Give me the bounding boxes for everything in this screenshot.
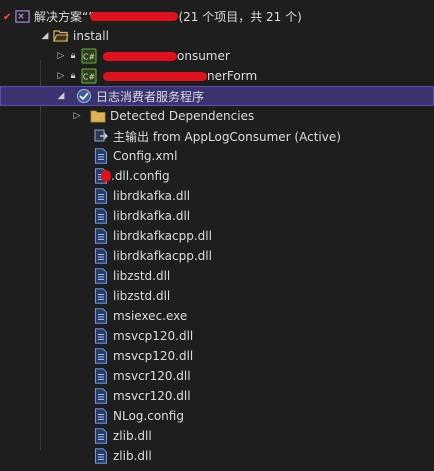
file-label: msvcr120.dll xyxy=(113,369,191,383)
solution-node[interactable]: 解决方案“” (21 个项目，共 21 个) xyxy=(0,6,434,26)
expand-right-icon[interactable]: ▷ xyxy=(56,46,66,66)
file-node[interactable]: msvcr120.dll xyxy=(0,366,434,386)
project-node-2[interactable]: ▷ 🔒︎ C# nerForm xyxy=(0,66,434,86)
file-node[interactable]: Config.xml xyxy=(0,146,434,166)
file-node[interactable]: librdkafka.dll xyxy=(0,186,434,206)
file-node[interactable]: msvcp120.dll xyxy=(0,326,434,346)
file-node[interactable]: zlib.dll xyxy=(0,426,434,446)
file-node[interactable]: msvcp120.dll xyxy=(0,346,434,366)
primary-output-node[interactable]: 主输出 from AppLogConsumer (Active) xyxy=(0,126,434,146)
document-file-icon xyxy=(93,288,109,304)
project-1-label: onsumer xyxy=(103,49,230,63)
redacted-project-2-name xyxy=(103,72,207,81)
file-node[interactable]: msiexec.exe xyxy=(0,306,434,326)
document-file-icon xyxy=(93,228,109,244)
setup-project-label: 日志消费者服务程序 xyxy=(96,89,205,104)
file-node[interactable]: msvcr120.dll xyxy=(0,386,434,406)
document-file-icon xyxy=(93,388,109,404)
document-file-icon xyxy=(93,428,109,444)
file-label: msvcp120.dll xyxy=(113,349,194,363)
file-node[interactable]: librdkafkacpp.dll xyxy=(0,246,434,266)
file-label: librdkafkacpp.dll xyxy=(113,249,212,263)
file-label: zlib.dll xyxy=(113,449,152,463)
folder-install[interactable]: ◢ install xyxy=(0,26,434,46)
file-label: msvcp120.dll xyxy=(113,329,194,343)
file-label: .dll.config xyxy=(111,169,170,183)
csharp-project-icon: C# xyxy=(81,68,97,84)
file-label: libzstd.dll xyxy=(113,289,171,303)
document-file-icon xyxy=(93,448,109,464)
document-file-icon xyxy=(93,208,109,224)
folder-open-icon xyxy=(53,28,69,44)
file-label: librdkafka.dll xyxy=(113,209,191,223)
solution-label-prefix: 解决方案“” xyxy=(34,9,95,24)
setup-project-node[interactable]: ◢ 日志消费者服务程序 xyxy=(0,86,434,106)
document-file-icon xyxy=(93,148,109,164)
solution-label-suffix: (21 个项目，共 21 个) xyxy=(178,9,302,24)
document-file-icon xyxy=(93,408,109,424)
file-node[interactable]: NLog.config xyxy=(0,406,434,426)
primary-output-label: 主输出 from AppLogConsumer (Active) xyxy=(113,129,341,144)
file-label: NLog.config xyxy=(113,409,184,423)
document-file-icon xyxy=(93,188,109,204)
file-node[interactable]: libzstd.dll xyxy=(0,286,434,306)
project-node-1[interactable]: ▷ 🔒︎ C# onsumer xyxy=(0,46,434,66)
file-label: Config.xml xyxy=(113,149,178,163)
document-file-icon xyxy=(93,268,109,284)
detected-dependencies-label: Detected Dependencies xyxy=(110,109,255,123)
redacted-project-1-name xyxy=(103,52,177,61)
solution-icon xyxy=(14,8,30,24)
project-2-label: nerForm xyxy=(103,69,257,83)
file-node[interactable]: .dll.config xyxy=(0,166,434,186)
document-file-icon xyxy=(93,348,109,364)
document-file-icon xyxy=(93,368,109,384)
redacted-solution-name xyxy=(90,11,179,21)
setup-project-icon xyxy=(76,88,92,104)
document-file-icon xyxy=(93,248,109,264)
file-node[interactable]: librdkafkacpp.dll xyxy=(0,226,434,246)
file-label: librdkafka.dll xyxy=(113,189,191,203)
file-label: msiexec.exe xyxy=(113,309,188,323)
project-1-label-suffix: onsumer xyxy=(177,49,230,63)
svg-text:C#: C# xyxy=(83,53,96,62)
file-label: msvcr120.dll xyxy=(113,389,191,403)
expand-down-icon[interactable]: ◢ xyxy=(40,26,50,46)
expand-down-icon[interactable]: ◢ xyxy=(56,86,66,106)
file-label: librdkafkacpp.dll xyxy=(113,229,212,243)
csharp-project-icon: C# xyxy=(81,48,97,64)
project-2-label-suffix: nerForm xyxy=(207,69,258,83)
redacted-config-name xyxy=(101,170,111,182)
svg-text:C#: C# xyxy=(83,73,96,82)
detected-dependencies-folder[interactable]: ▷ Detected Dependencies xyxy=(0,106,434,126)
lock-icon: 🔒︎ xyxy=(70,71,76,81)
expand-right-icon[interactable]: ▷ xyxy=(56,66,66,86)
file-node[interactable]: libzstd.dll xyxy=(0,266,434,286)
expand-right-icon[interactable]: ▷ xyxy=(72,106,82,126)
document-file-icon xyxy=(93,328,109,344)
folder-icon xyxy=(90,108,106,124)
file-node[interactable]: librdkafka.dll xyxy=(0,206,434,226)
file-label: zlib.dll xyxy=(113,429,152,443)
lock-icon: 🔒︎ xyxy=(70,51,76,61)
primary-output-icon xyxy=(93,128,109,144)
folder-install-label: install xyxy=(73,29,109,43)
document-file-icon xyxy=(93,308,109,324)
file-node[interactable]: zlib.dll xyxy=(0,446,434,466)
file-label: libzstd.dll xyxy=(113,269,171,283)
